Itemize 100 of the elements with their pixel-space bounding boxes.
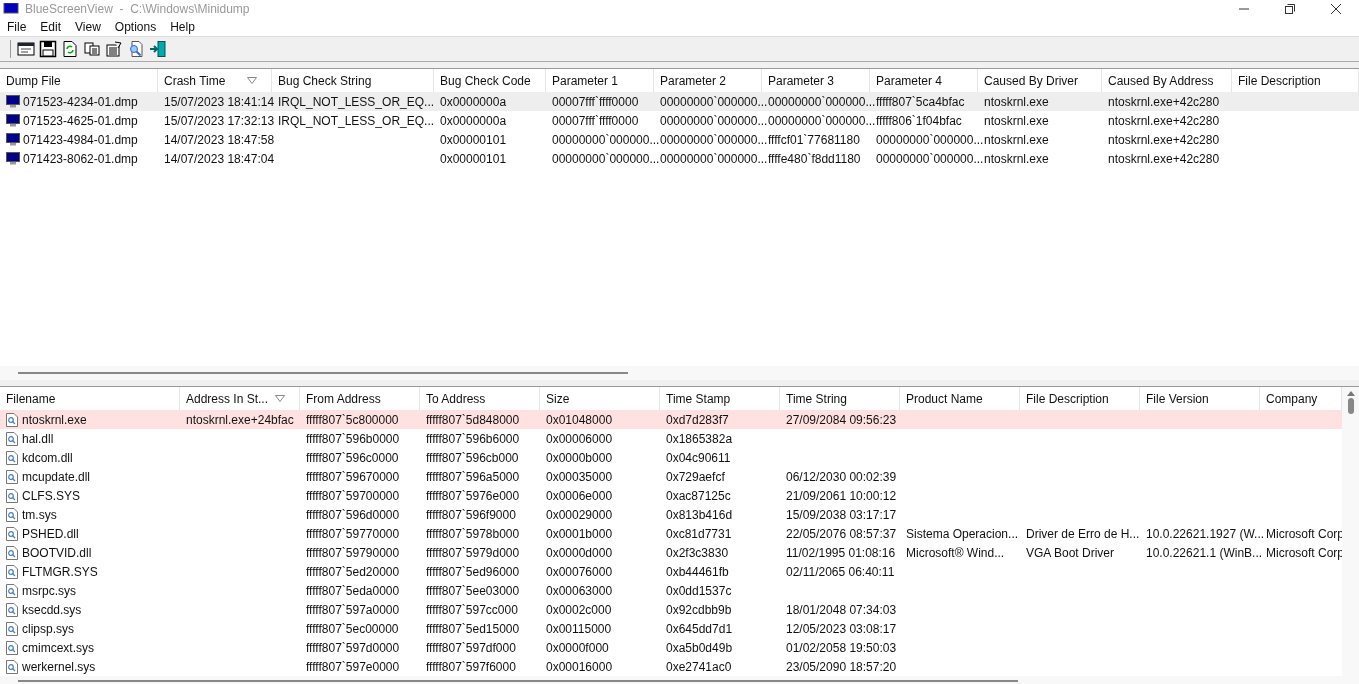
table-cell-text: 0x0000b000 [546,449,613,467]
scrollbar-thumb[interactable] [1347,398,1354,414]
table-cell-text: fffff807`596c0000 [306,449,399,467]
table-cell-text: 00000000`000000... [660,93,768,111]
table-cell-text: 15/07/2023 18:41:14 [164,93,275,111]
table-cell-text: Sistema Operacion... [906,525,1019,543]
table-cell-text: fffff807`597f6000 [426,658,516,676]
table-cell-text: 0x00035000 [546,468,613,486]
menu-item[interactable]: Options [107,17,164,36]
table-cell-text: CLFS.SYS [22,487,81,505]
table-cell-text: FLTMGR.SYS [22,563,98,581]
table-cell-text: fffff807`59770000 [306,525,400,543]
table-cell-text: fffff807`597a0000 [306,601,400,619]
table-cell-text: 0xb44461fb [666,563,729,581]
menu-item[interactable]: Edit [33,17,69,36]
window-icon[interactable] [17,40,35,58]
file-icon [6,659,18,674]
close-icon [1331,3,1341,14]
table-cell-text: ntoskrnl.exe+42c280 [1108,93,1220,111]
table-cell-text: 18/01/2048 07:34:03 [786,601,897,619]
table-cell-text: 01/02/2058 19:50:03 [786,639,897,657]
table-cell-text: ksecdd.sys [22,601,82,619]
table-cell-text: IRQL_NOT_LESS_OR_EQ... [278,93,435,111]
table-cell-text: fffff807`596f9000 [426,506,516,524]
file-icon [6,583,18,598]
table-cell-text: 10.0.22621.1927 (W... [1146,525,1265,543]
table-cell-text: 0x04c90611 [666,449,731,467]
save-icon[interactable] [39,40,57,58]
table-cell-text: 00000000`000000... [552,150,660,168]
table-cell-text: 0xac87125c [666,487,731,505]
table-cell-text: 0x0000d000 [546,544,613,562]
file-icon [6,412,18,427]
window-title: BlueScreenView - C:\Windows\Minidump [25,0,250,18]
table-cell-text: BOOTVID.dll [22,544,92,562]
table-cell-text: fffff807`5ee03000 [426,582,520,600]
table-cell-text: 0xa5b0d49b [666,639,733,657]
table-cell-text: mcupdate.dll [22,468,91,486]
table-cell-text: PSHED.dll [22,525,79,543]
table-cell-text: 0x0006e000 [546,487,613,505]
exit-door-icon[interactable] [149,40,167,58]
table-cell-text: ntoskrnl.exe [984,112,1049,130]
table-cell-text: 15/07/2023 17:32:13 [164,112,275,130]
file-icon [6,488,18,503]
table-cell-text: ntoskrnl.exe [984,150,1049,168]
table-cell-text: 0x0000000a [440,112,507,130]
table-cell-text: 0x729aefcf [666,468,725,486]
minimize-icon [1239,7,1249,10]
table-cell-text: 0x00029000 [546,506,613,524]
file-icon [6,431,18,446]
table-cell-text: 0x0001b000 [546,525,613,543]
file-icon [6,450,18,465]
table-cell-text: 0x0000f000 [546,639,609,657]
table-cell-text: fffff806`1f04bfac [876,112,962,130]
refresh-icon[interactable] [61,40,79,58]
driver-row[interactable]: ntoskrnl.exe ntoskrnl.exe+24bfac fffff807`5c800000 fffff807`5d848000 0x01048000 0xd7d283f7 27/09/2084 09:56:23 [0,410,1342,429]
menu-item[interactable]: Help [163,17,202,36]
table-cell-text: 00007fff`ffff0000 [552,112,639,130]
table-cell-text: 071423-4984-01.dmp [23,131,138,149]
menu-item[interactable]: File [0,17,34,36]
table-cell-text: 0x92cdbb9b [666,601,732,619]
table-cell-text: 00000000`000000... [876,131,984,149]
dump-row[interactable]: 071523-4234-01.dmp 15/07/2023 18:41:14 IRQL_NOT_LESS_OR_EQ... 0x0000000a 00007fff`ffff0000 00000000`000000...00000000`000000...fffff807`5ca4bfac ntoskrnl.exe ntoskrnl.exe+42c280 [0,92,1359,111]
table-cell-text: ntoskrnl.exe+42c280 [1108,150,1220,168]
table-cell-text: 11/02/1995 01:08:16 [786,544,896,562]
table-cell-text: ntoskrnl.exe+42c280 [1108,131,1220,149]
table-cell-text: 00000000`000000... [876,150,984,168]
menu-item[interactable]: View [68,17,108,36]
table-cell-text: Microsoft® Wind... [906,544,1005,562]
file-icon [6,545,18,560]
table-cell-text: fffff807`59670000 [306,468,400,486]
file-icon [6,469,18,484]
table-cell-text: 0xe2741ac0 [666,658,732,676]
scrollbar-thumb[interactable] [18,680,1018,682]
table-cell-text: fffff807`5ec00000 [306,620,399,638]
table-cell-text: 0x2f3c3830 [666,544,729,562]
file-icon [6,640,18,655]
scroll-up-icon[interactable] [1346,391,1355,396]
file-icon [6,564,18,579]
document-icon[interactable] [105,40,123,58]
table-cell-text: werkernel.sys [22,658,96,676]
table-cell-text: 0x00000101 [440,150,507,168]
restore-icon [1285,3,1295,14]
table-cell-text: fffff807`5ed96000 [426,563,520,581]
sort-indicator-icon [275,395,285,402]
table-cell-text: ntoskrnl.exe+42c280 [1108,112,1220,130]
scrollbar-thumb[interactable] [18,372,628,374]
copy-icon[interactable] [83,40,101,58]
table-cell-text: fffff807`5ed15000 [426,620,520,638]
table-cell-text: fffff807`5ca4bfac [876,93,965,111]
table-cell-text: fffff807`5eda0000 [306,582,400,600]
table-cell-text: ffffe480`f8dd1180 [768,150,861,168]
search-icon[interactable] [127,40,145,58]
table-cell-text: 0x813b416d [666,506,733,524]
table-cell-text: 0xd7d283f7 [666,411,729,429]
table-cell-text: 0x00006000 [546,430,613,448]
table-cell-text: 0x00063000 [546,582,613,600]
table-cell-text: fffff807`596b6000 [426,430,520,448]
table-cell-text: 12/05/2023 03:08:17 [786,620,897,638]
table-cell-text: 0x00115000 [546,620,612,638]
table-cell-text: tm.sys [22,506,57,524]
